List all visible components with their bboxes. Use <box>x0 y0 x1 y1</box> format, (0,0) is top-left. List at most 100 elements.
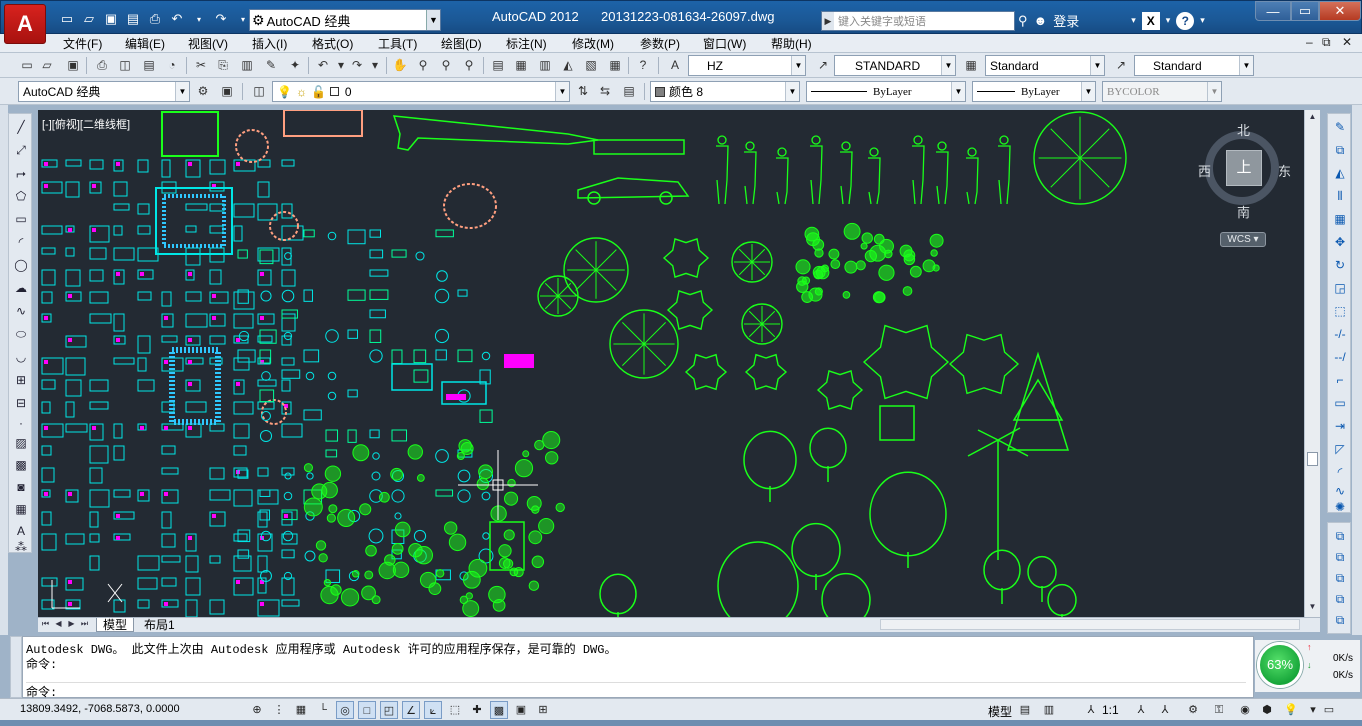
explode-icon[interactable]: ✺ <box>1331 498 1349 516</box>
trim-icon[interactable]: -/- <box>1331 325 1349 343</box>
rotate-icon[interactable]: ↻ <box>1331 256 1349 274</box>
doc-close-icon[interactable]: ✕ <box>1342 35 1352 49</box>
undo-dropdown-icon[interactable]: ▾ <box>189 9 209 29</box>
tab-first-icon[interactable]: ⏮ <box>40 619 51 631</box>
grid-display-icon[interactable]: ▦ <box>292 701 310 719</box>
tab-prev-icon[interactable]: ◀ <box>53 619 64 631</box>
add-selected-icon[interactable]: ⁂ <box>12 538 30 556</box>
send-to-back-icon[interactable]: ⧉ <box>1331 548 1349 566</box>
menu-edit[interactable]: 编辑(E) <box>125 35 165 52</box>
quick-view-drawings-icon[interactable]: ▥ <box>1040 701 1058 719</box>
break-icon[interactable]: ▭ <box>1331 394 1349 412</box>
array-icon[interactable]: ▦ <box>1331 210 1349 228</box>
tab-last-icon[interactable]: ⏭ <box>79 619 90 631</box>
scroll-thumb[interactable] <box>1307 452 1318 466</box>
offset-icon[interactable]: ⫴ <box>1331 187 1349 205</box>
table-icon[interactable]: ▦ <box>12 500 30 518</box>
clean-screen-icon[interactable]: ▭ <box>1320 701 1338 719</box>
dynamic-ucs-icon[interactable]: ⟀ <box>424 701 442 719</box>
maximize-button[interactable]: ▭ <box>1291 1 1319 21</box>
cut-icon[interactable]: ✂ <box>192 57 210 74</box>
menu-view[interactable]: 视图(V) <box>188 35 228 52</box>
polyline-icon[interactable]: ⮣ <box>12 164 30 182</box>
compass-east[interactable]: 东 <box>1278 161 1291 180</box>
chamfer-icon[interactable]: ◸ <box>1331 440 1349 458</box>
revision-cloud-icon[interactable]: ☁ <box>12 279 30 297</box>
menu-window[interactable]: 窗口(W) <box>703 35 746 52</box>
break-at-point-icon[interactable]: ⌐ <box>1331 371 1349 389</box>
insert-block-icon[interactable]: ⊞ <box>12 371 30 389</box>
new-icon[interactable]: ▭ <box>18 57 36 74</box>
scroll-up-icon[interactable]: ▲ <box>1307 112 1318 123</box>
region-icon[interactable]: ◙ <box>12 478 30 496</box>
help-dropdown-icon[interactable]: ▾ <box>1200 15 1205 26</box>
tool-palettes-icon[interactable]: ▥ <box>536 57 554 74</box>
annotation-visibility-icon[interactable]: ⅄ <box>1132 701 1150 719</box>
menu-file[interactable]: 文件(F) <box>63 35 102 52</box>
stretch-icon[interactable]: ⬚ <box>1331 302 1349 320</box>
tab-model[interactable]: 模型 <box>96 618 135 632</box>
cpu-usage-badge[interactable]: 63% <box>1257 642 1303 688</box>
match-properties-icon[interactable]: ✎ <box>262 57 280 74</box>
workspace-save-icon[interactable]: ▣ <box>218 83 236 100</box>
move-icon[interactable]: ✥ <box>1331 233 1349 251</box>
mleader-style-icon[interactable]: ↗ <box>1112 57 1130 74</box>
model-space-toggle[interactable]: 模型 <box>988 703 1012 720</box>
layer-manager-icon[interactable]: ◫ <box>250 83 268 100</box>
plot-icon[interactable]: ⎙ <box>93 57 111 74</box>
paste-icon[interactable]: ▥ <box>238 57 256 74</box>
dim-style-icon[interactable]: ↗ <box>814 57 832 74</box>
save-icon[interactable]: ▣ <box>64 57 82 74</box>
design-center-icon[interactable]: ▦ <box>512 57 530 74</box>
spline-icon[interactable]: ∿ <box>12 302 30 320</box>
workspace-switch-icon[interactable]: ⚙ <box>1184 701 1202 719</box>
horizontal-scrollbar[interactable] <box>880 619 1300 630</box>
login-button[interactable]: 登录 <box>1053 11 1079 30</box>
fillet-icon[interactable]: ◜ <box>1331 463 1349 481</box>
layer-previous-icon[interactable]: ⇆ <box>596 83 614 100</box>
tab-layout1[interactable]: 布局1 <box>138 618 181 632</box>
exchange-dropdown-icon[interactable]: ▾ <box>1166 15 1171 26</box>
zoom-previous-icon[interactable]: ⚲ <box>460 57 478 74</box>
new-file-icon[interactable]: ▭ <box>57 9 77 29</box>
workspace-settings-icon[interactable]: ⚙ <box>194 83 212 100</box>
text-style-icon[interactable]: A <box>666 57 684 74</box>
search-input[interactable]: ▶ 键入关键字或短语 <box>821 11 1015 31</box>
quick-properties-icon[interactable]: ▣ <box>512 701 530 719</box>
menu-format[interactable]: 格式(O) <box>312 35 353 52</box>
ellipse-arc-icon[interactable]: ◡ <box>12 348 30 366</box>
zoom-window-icon[interactable]: ⚲ <box>437 57 455 74</box>
menu-modify[interactable]: 修改(M) <box>572 35 614 52</box>
undo-icon[interactable]: ↶ <box>314 57 332 74</box>
isolate-objects-icon[interactable]: ◉ <box>1236 701 1254 719</box>
save-icon[interactable]: ▣ <box>101 9 121 29</box>
menu-dimension[interactable]: 标注(N) <box>506 35 547 52</box>
layer-state-icon[interactable]: ▤ <box>620 83 638 100</box>
scale-icon[interactable]: ◲ <box>1331 279 1349 297</box>
gradient-icon[interactable]: ▩ <box>12 456 30 474</box>
command-window-grip[interactable] <box>10 636 22 698</box>
redo-dropdown-icon[interactable]: ▾ <box>366 57 384 74</box>
bring-above-icon[interactable]: ⧉ <box>1331 569 1349 587</box>
help-icon[interactable]: ? <box>634 57 652 74</box>
make-current-layer-icon[interactable]: ⇅ <box>574 83 592 100</box>
zoom-realtime-icon[interactable]: ⚲ <box>414 57 432 74</box>
compass-north[interactable]: 北 <box>1237 120 1250 139</box>
snap-mode-icon[interactable]: ⋮ <box>270 701 288 719</box>
markup-icon[interactable]: ▧ <box>582 57 600 74</box>
help-icon[interactable]: ? <box>1176 11 1195 30</box>
make-block-icon[interactable]: ⊟ <box>12 394 30 412</box>
annotation-scale-icon[interactable]: ⅄ <box>1082 701 1100 719</box>
lineweight-display-icon[interactable]: ✚ <box>468 701 486 719</box>
mleader-style-dropdown[interactable]: Standard ▼ <box>1134 55 1254 76</box>
transparency-icon[interactable]: ▩ <box>490 701 508 719</box>
save-as-icon[interactable]: ▤ <box>123 9 143 29</box>
circle-icon[interactable]: ◯ <box>12 256 30 274</box>
arc-icon[interactable]: ◜ <box>12 233 30 251</box>
doc-restore-icon[interactable]: ⧉ <box>1322 35 1331 50</box>
menu-parametric[interactable]: 参数(P) <box>640 35 680 52</box>
text-style-dropdown[interactable]: HZ ▼ <box>688 55 806 76</box>
lock-ui-icon[interactable]: ⚿ <box>1210 701 1228 719</box>
object-snap-tracking-icon[interactable]: ∠ <box>402 701 420 719</box>
doc-minimize-icon[interactable]: – <box>1306 35 1313 49</box>
